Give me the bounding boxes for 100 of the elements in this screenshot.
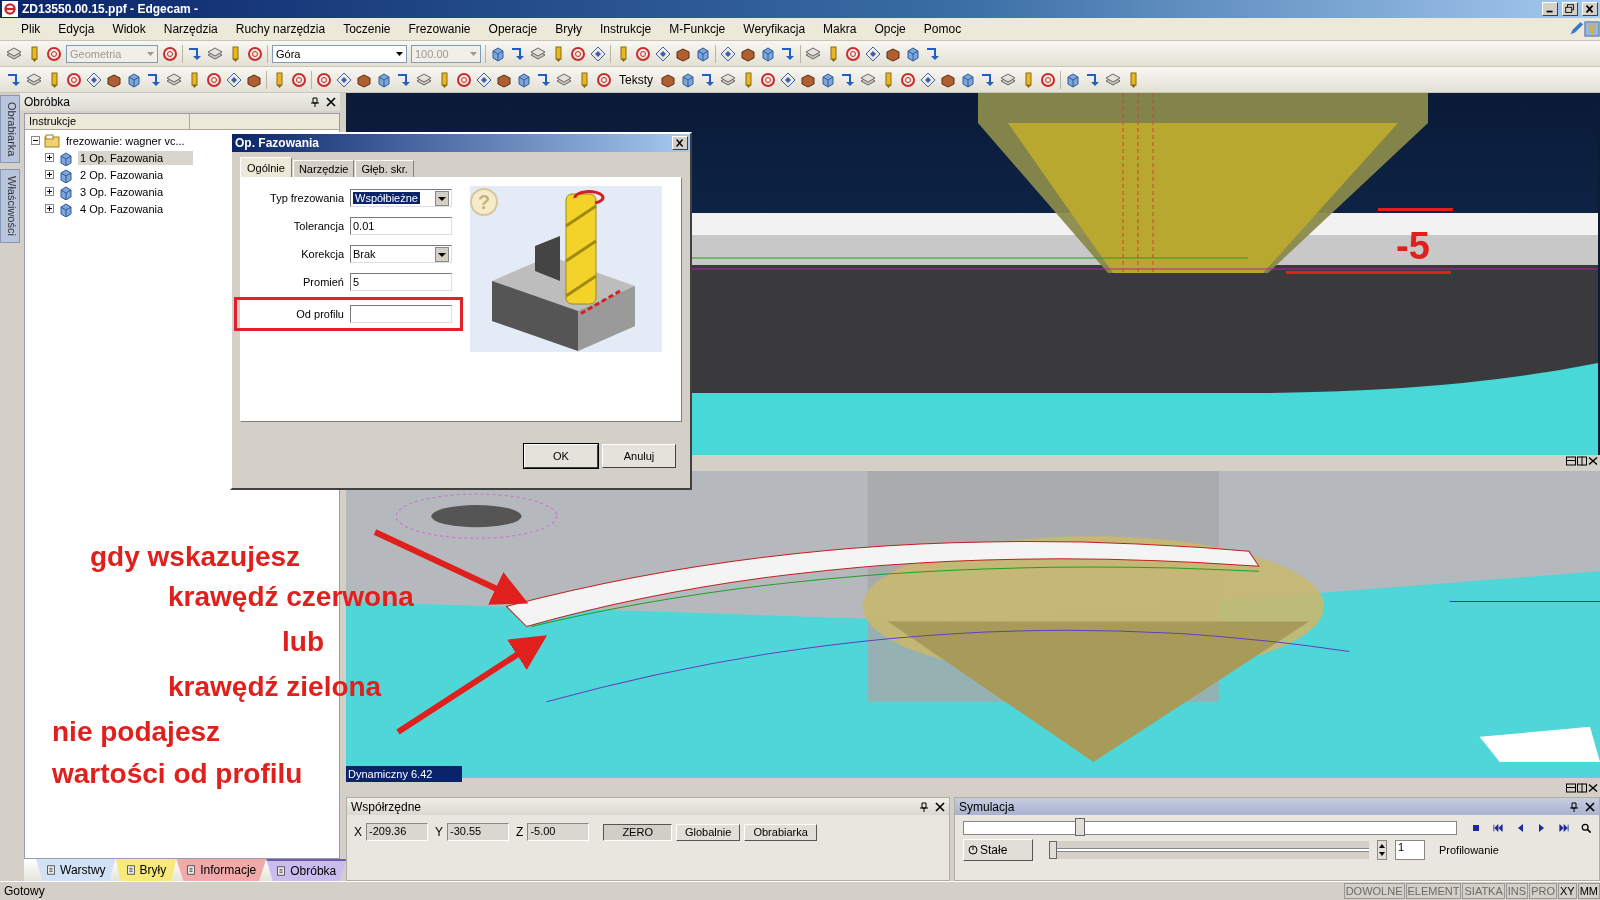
arrow-icon[interactable] — [510, 45, 526, 62]
menu-item[interactable]: Weryfikacja — [734, 22, 815, 36]
cube-icon[interactable] — [126, 71, 142, 88]
menu-item[interactable]: Toczenie — [334, 22, 400, 36]
restore-icon[interactable] — [1566, 456, 1576, 466]
layers-icon[interactable] — [860, 71, 876, 88]
restore-icon[interactable] — [1566, 783, 1576, 793]
diamond-icon[interactable] — [720, 45, 736, 62]
expand-icon[interactable] — [45, 170, 54, 179]
spiral-icon[interactable] — [635, 45, 651, 62]
menu-item[interactable]: Opcje — [865, 22, 915, 36]
spiral-icon[interactable] — [247, 45, 263, 62]
layers-icon[interactable] — [1000, 71, 1016, 88]
menu-item[interactable]: M-Funkcje — [660, 22, 735, 36]
toggle-button[interactable]: Globalnie — [675, 823, 741, 841]
spiral-icon[interactable] — [162, 45, 178, 62]
maximize-icon[interactable] — [1577, 783, 1587, 793]
cube-icon[interactable] — [820, 71, 836, 88]
coordinate-field[interactable]: -5.00 — [527, 823, 590, 841]
slider-thumb[interactable] — [1049, 841, 1057, 859]
layers-icon[interactable] — [530, 45, 546, 62]
menu-item[interactable]: Ruchy narzędzia — [226, 22, 335, 36]
arrow-icon[interactable] — [980, 71, 996, 88]
tree-item[interactable]: 2 Op. Fazowania — [78, 167, 166, 182]
expand-icon[interactable] — [45, 204, 54, 213]
coordinate-field[interactable]: -30.55 — [447, 823, 510, 841]
dialog-button[interactable]: Anuluj — [602, 444, 676, 468]
spiral-icon[interactable] — [66, 71, 82, 88]
diamond-icon[interactable] — [226, 71, 242, 88]
diamond-icon[interactable] — [920, 71, 936, 88]
side-tab[interactable]: Właściwości — [0, 169, 20, 244]
arrow-icon[interactable] — [146, 71, 162, 88]
close-icon[interactable] — [326, 97, 336, 107]
tree-item[interactable]: 3 Op. Fazowania — [78, 184, 166, 199]
cube-icon[interactable] — [376, 71, 392, 88]
zoom-icon[interactable] — [1581, 823, 1591, 833]
spiral-icon[interactable] — [900, 71, 916, 88]
panel-tab[interactable]: Bryły — [115, 859, 177, 881]
speed-button[interactable]: Stałe — [963, 839, 1033, 861]
pin-icon[interactable] — [310, 97, 320, 107]
spiral-icon[interactable] — [570, 45, 586, 62]
layers-icon[interactable] — [207, 45, 223, 62]
arrow-icon[interactable] — [925, 45, 941, 62]
coordinate-field[interactable]: -209.36 — [366, 823, 428, 841]
stop-icon[interactable] — [1471, 823, 1481, 833]
dialog-tab[interactable]: Głęb. skr. — [355, 160, 414, 177]
close-icon[interactable] — [1588, 783, 1598, 793]
input-field[interactable]: 0.01 — [350, 217, 452, 235]
cube-icon[interactable] — [695, 45, 711, 62]
dropdown-field[interactable]: Brak — [350, 245, 452, 263]
arrow-icon[interactable] — [780, 45, 796, 62]
tree-item[interactable]: 1 Op. Fazowania — [78, 150, 194, 165]
panel-tab[interactable]: Obróbka — [266, 859, 347, 881]
arrow-icon[interactable] — [700, 71, 716, 88]
close-icon[interactable] — [935, 801, 945, 812]
close-icon[interactable] — [1588, 456, 1598, 466]
dialog-button[interactable]: OK — [524, 444, 598, 468]
close-icon[interactable] — [1585, 801, 1595, 812]
layers-icon[interactable] — [166, 71, 182, 88]
layers-icon[interactable] — [416, 71, 432, 88]
cube-icon[interactable] — [680, 71, 696, 88]
view-dropdown[interactable]: Góra — [272, 44, 407, 63]
diamond-icon[interactable] — [865, 45, 881, 62]
diamond-icon[interactable] — [476, 71, 492, 88]
tree-item[interactable]: 4 Op. Fazowania — [78, 201, 166, 216]
spiral-icon[interactable] — [845, 45, 861, 62]
diamond-icon[interactable] — [590, 45, 606, 62]
layers-icon[interactable] — [26, 71, 42, 88]
menu-item[interactable]: Edycja — [49, 22, 104, 36]
skip-end-icon[interactable] — [1559, 823, 1569, 833]
layers-icon[interactable] — [556, 71, 572, 88]
arrow-icon[interactable] — [536, 71, 552, 88]
input-field[interactable]: 5 — [350, 273, 452, 291]
step-field[interactable]: 1 — [1395, 840, 1425, 860]
menu-item[interactable]: Operacje — [479, 22, 547, 36]
diamond-icon[interactable] — [86, 71, 102, 88]
minimize-icon[interactable] — [1542, 2, 1558, 16]
arrow-icon[interactable] — [840, 71, 856, 88]
spiral-icon[interactable] — [206, 71, 222, 88]
pin-icon[interactable] — [1569, 801, 1579, 812]
cube-icon[interactable] — [905, 45, 921, 62]
pin-icon[interactable] — [919, 801, 929, 812]
expand-icon[interactable] — [45, 187, 54, 196]
toggle-button[interactable]: Obrabiarka — [744, 823, 817, 841]
cube-icon[interactable] — [760, 45, 776, 62]
cube-icon[interactable] — [516, 71, 532, 88]
menu-item[interactable]: Instrukcje — [590, 22, 661, 36]
menu-item[interactable]: Widok — [103, 22, 155, 36]
menu-item[interactable]: Frezowanie — [399, 22, 480, 36]
spiral-icon[interactable] — [456, 71, 472, 88]
panel-tab[interactable]: Warstwy — [36, 859, 116, 881]
diamond-icon[interactable] — [780, 71, 796, 88]
dialog-tab[interactable]: Ogólnie — [240, 157, 292, 177]
spiral-icon[interactable] — [46, 45, 62, 62]
layers-icon[interactable] — [805, 45, 821, 62]
side-tab[interactable]: Obrabiarka — [0, 95, 20, 164]
spiral-icon[interactable] — [316, 71, 332, 88]
toggle-button[interactable]: ZERO — [603, 823, 672, 841]
menu-item[interactable]: Makra — [814, 22, 866, 36]
text-button[interactable]: Teksty — [616, 72, 656, 87]
